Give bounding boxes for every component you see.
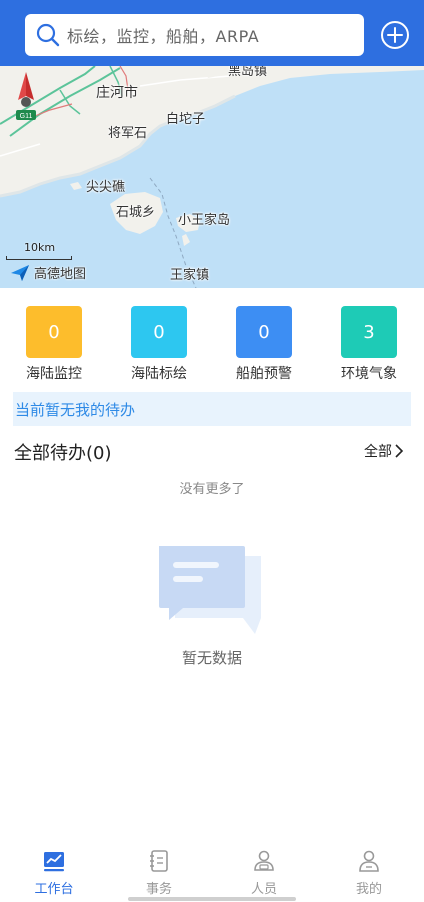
map-label-zhuanghe: 庄河市 (96, 85, 138, 101)
stat-tile: 0 (26, 306, 82, 358)
empty-state-text: 暂无数据 (181, 649, 242, 667)
map-label-shichengxiang: 石城乡 (116, 205, 156, 220)
stat-label: 海陆标绘 (131, 366, 187, 382)
map-scale-bar (6, 256, 72, 260)
map-scale-label: 10km (24, 241, 56, 254)
tab-label: 我的 (355, 882, 382, 897)
stat-label: 环境气象 (341, 366, 397, 382)
top-bar: 标绘，监控，船舶，ARPA (0, 0, 424, 66)
empty-message-icon (159, 546, 261, 634)
stat-label: 海陆监控 (26, 366, 82, 382)
search-input[interactable]: 标绘，监控，船舶，ARPA (25, 14, 364, 56)
tab-workbench[interactable]: 工作台 (14, 848, 94, 897)
map-label-jianjiaojiao: 尖尖礁 (86, 180, 126, 195)
stat-tile: 3 (341, 306, 397, 358)
stat-environment-weather[interactable]: 3 环境气象 (334, 306, 404, 383)
chevron-right-icon (395, 444, 404, 458)
stat-sea-land-monitor[interactable]: 0 海陆监控 (19, 306, 89, 383)
todo-all-link[interactable]: 全部 (364, 441, 406, 461)
home-indicator[interactable] (128, 897, 296, 901)
map-terrain (0, 66, 424, 288)
todo-notice-banner: 当前暂无我的待办 (13, 392, 411, 426)
map-label-xiaowangjiadao: 小王家岛 (178, 213, 231, 228)
tab-label: 事务 (145, 882, 172, 897)
map-view[interactable]: G11 黑岛镇 庄河市 白坨子 将军石 尖尖礁 石城乡 小王家岛 王家镇 10k… (0, 66, 424, 288)
compass-icon[interactable]: G11 (14, 72, 38, 126)
add-circle-icon[interactable] (380, 20, 410, 50)
tab-mine[interactable]: 我的 (329, 848, 409, 897)
tab-label: 人员 (250, 882, 277, 897)
todo-section-title: 全部待办(0) (14, 443, 112, 464)
notebook-icon (150, 850, 168, 872)
todo-all-label: 全部 (364, 444, 392, 460)
highway-shield: G11 (20, 113, 33, 120)
map-label-jiangjunshi: 将军石 (108, 126, 148, 141)
tab-affairs[interactable]: 事务 (119, 848, 199, 897)
list-end-text: 没有更多了 (179, 482, 245, 497)
todo-notice-text: 当前暂无我的待办 (15, 400, 136, 419)
people-icon (254, 850, 274, 871)
user-icon (359, 850, 379, 872)
map-provider-logo: 高德地图 (10, 263, 86, 282)
stat-tile: 0 (131, 306, 187, 358)
stat-tile: 0 (236, 306, 292, 358)
map-label-wangjiazhen: 王家镇 (170, 268, 210, 283)
stat-label: 船舶预警 (236, 366, 292, 382)
search-placeholder: 标绘，监控，船舶，ARPA (67, 27, 260, 46)
tab-label: 工作台 (34, 882, 74, 897)
map-label-heidao: 黑岛镇 (228, 66, 268, 79)
stat-sea-land-plot[interactable]: 0 海陆标绘 (124, 306, 194, 383)
tab-personnel[interactable]: 人员 (224, 848, 304, 897)
bottom-tab-bar: 工作台 事务 人员 我的 (0, 842, 424, 902)
stats-row: 0 海陆监控 0 海陆标绘 0 船舶预警 3 环境气象 (0, 300, 424, 384)
stat-ship-warning[interactable]: 0 船舶预警 (229, 306, 299, 383)
chart-icon (44, 852, 64, 872)
search-icon (36, 23, 60, 47)
gaode-logo-icon (11, 264, 29, 281)
map-label-baituozi: 白坨子 (166, 112, 206, 127)
map-provider-text: 高德地图 (34, 267, 87, 282)
